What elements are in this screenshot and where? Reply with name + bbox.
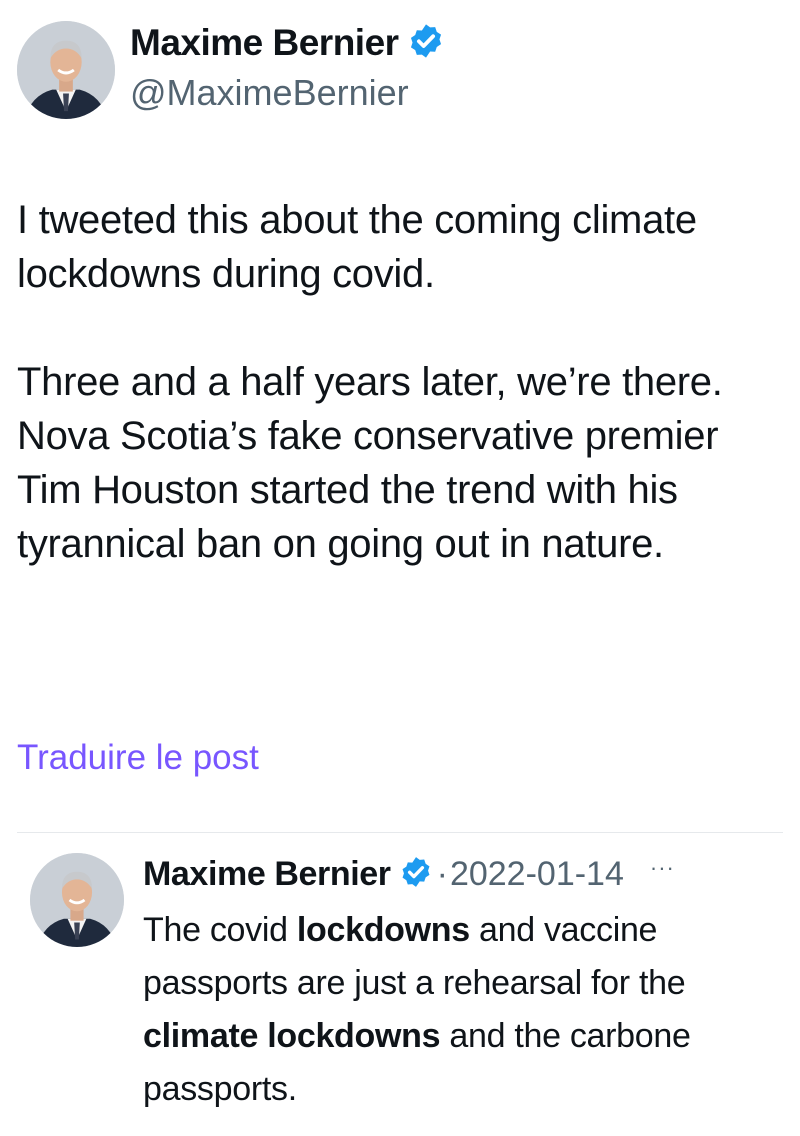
- quoted-author-avatar-image: [30, 853, 124, 947]
- quoted-text-segment: The covid: [143, 911, 297, 949]
- more-horizontal-icon[interactable]: ···: [650, 855, 675, 881]
- author-avatar-image: [17, 21, 115, 119]
- author-name-line: Maxime Bernier: [130, 18, 445, 68]
- translate-post-link[interactable]: Traduire le post: [17, 738, 259, 778]
- divider: [17, 832, 783, 833]
- quoted-tweet-text: The covid lockdowns and vaccine passport…: [143, 904, 783, 1116]
- quoted-author-avatar[interactable]: [30, 853, 124, 947]
- tweet-paragraph: Three and a half years later, we’re ther…: [17, 360, 723, 566]
- verified-badge-icon: [407, 22, 445, 65]
- verified-badge-icon: [399, 855, 433, 894]
- quoted-tweet-header: Maxime Bernier · 2022-01-14 ···: [143, 850, 675, 898]
- author-name[interactable]: Maxime Bernier: [130, 22, 399, 64]
- author-avatar[interactable]: [17, 21, 115, 119]
- quoted-tweet-date[interactable]: 2022-01-14: [450, 855, 624, 894]
- quoted-text-bold-segment: climate lockdowns: [143, 1017, 441, 1055]
- separator-dot: ·: [436, 854, 448, 893]
- author-handle[interactable]: @MaximeBernier: [130, 72, 409, 114]
- tweet-paragraph: I tweeted this about the coming climate …: [17, 198, 697, 296]
- quoted-author-name[interactable]: Maxime Bernier: [143, 855, 391, 894]
- tweet-text: I tweeted this about the coming climate …: [17, 193, 777, 571]
- quoted-text-bold-segment: lockdowns: [296, 911, 470, 949]
